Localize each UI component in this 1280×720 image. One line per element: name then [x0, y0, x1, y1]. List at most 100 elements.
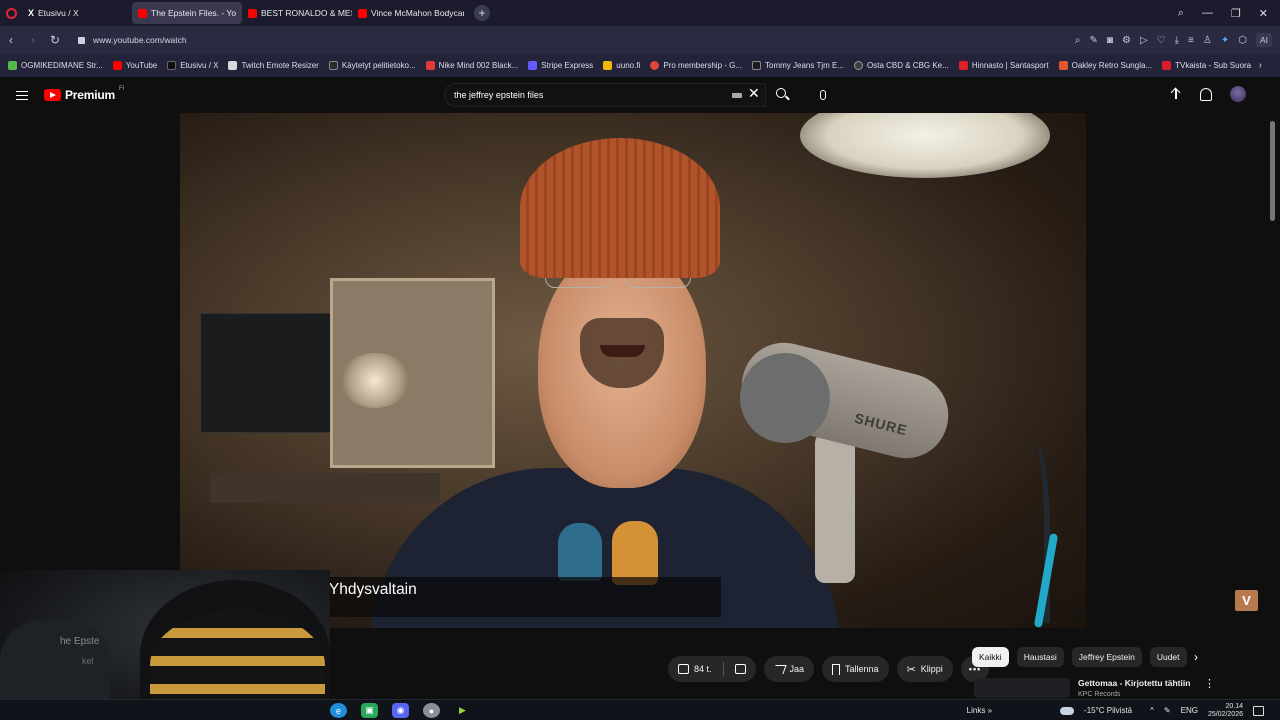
- avatar[interactable]: [1230, 86, 1246, 102]
- chip-new[interactable]: Uudet: [1149, 647, 1187, 667]
- tab-label: Etusivu / X: [38, 8, 79, 18]
- youtube-icon: [112, 61, 122, 70]
- related-video-title[interactable]: Gettomaa - Kirjotettu tähtiin: [1078, 678, 1190, 688]
- play-app-icon[interactable]: ▶: [454, 703, 471, 718]
- clip-button[interactable]: ✂ Klippi: [896, 656, 953, 682]
- bookmark-item[interactable]: Osta CBD & CBG Ke...: [854, 61, 949, 70]
- bookmark-icon: [8, 61, 17, 70]
- cloud-weather-icon[interactable]: [1060, 706, 1075, 715]
- back-icon[interactable]: ‹: [0, 33, 22, 47]
- menu-icon[interactable]: ≡: [1188, 35, 1194, 46]
- bookmark-item[interactable]: Oakley Retro Sungla...: [1058, 61, 1152, 70]
- search-input[interactable]: the jeffrey epstein files: [444, 83, 766, 107]
- bookmark-item[interactable]: Etusivu / X: [167, 61, 218, 70]
- webcam-overlay-text: kel: [82, 656, 94, 666]
- bookmark-item[interactable]: Tommy Jeans Tjm E...: [752, 61, 844, 70]
- forward-icon[interactable]: ›: [22, 33, 44, 47]
- bookmark-item[interactable]: Twitch Emote Resizer: [228, 61, 319, 70]
- tommy-icon: [752, 61, 762, 70]
- extension-icon[interactable]: ✦: [1221, 35, 1229, 46]
- youtube-play-icon: [44, 89, 61, 101]
- clear-search-icon[interactable]: ✕: [748, 85, 760, 102]
- bookmark-item[interactable]: Käytetyt pelitietoko...: [328, 61, 416, 70]
- play-icon[interactable]: ▷: [1140, 35, 1148, 46]
- new-tab-button[interactable]: +: [474, 5, 490, 21]
- language-indicator[interactable]: ENG: [1181, 706, 1198, 715]
- links-toolbar[interactable]: Links »: [967, 706, 992, 715]
- bookmark-item[interactable]: Stripe Express: [528, 61, 593, 70]
- voice-search-button[interactable]: [812, 85, 834, 105]
- leaf-icon: [854, 61, 863, 70]
- tab-search-icon[interactable]: ⌕: [1178, 7, 1184, 20]
- ai-button[interactable]: AI: [1255, 33, 1272, 47]
- scrollbar-thumb[interactable]: [1270, 121, 1275, 221]
- chip-jeffrey-epstein[interactable]: Jeffrey Epstein: [1071, 647, 1142, 667]
- tab-epstein-files[interactable]: The Epstein Files. - Yo: [132, 2, 242, 24]
- bookmark-item[interactable]: Hinnasto | Santasport: [958, 61, 1049, 70]
- header-actions: [1170, 86, 1246, 102]
- stripe-icon: [528, 61, 538, 70]
- close-window-icon[interactable]: ✕: [1259, 7, 1268, 20]
- related-video-menu-icon[interactable]: ⋮: [1204, 677, 1215, 690]
- profile-icon[interactable]: ♙: [1203, 35, 1212, 46]
- bookmark-item[interactable]: Pro membership - G...: [650, 61, 742, 70]
- search-query: the jeffrey epstein files: [454, 90, 544, 100]
- grey-app-icon[interactable]: ●: [423, 703, 440, 718]
- links-chevron-icon: »: [987, 706, 993, 715]
- share-button[interactable]: Jaa: [763, 656, 815, 682]
- bookmark-item[interactable]: YouTube: [112, 61, 157, 70]
- bookmark-label: Tommy Jeans Tjm E...: [765, 61, 844, 70]
- tray-expand-icon[interactable]: ^: [1150, 706, 1154, 715]
- bookmark-item[interactable]: Nike Mind 002 Black...: [425, 61, 518, 70]
- edit-icon[interactable]: ✎: [1090, 35, 1098, 46]
- download-icon[interactable]: ⤓: [1175, 35, 1179, 46]
- search-button[interactable]: [772, 85, 792, 105]
- notification-center-icon[interactable]: [1253, 705, 1264, 716]
- bookmark-item[interactable]: uuno.fi: [603, 61, 640, 70]
- reload-icon[interactable]: ↻: [44, 33, 66, 47]
- related-video-channel[interactable]: KPC Records: [1078, 691, 1120, 698]
- presenter-mouth: [600, 345, 645, 357]
- camera-icon[interactable]: ◙: [1107, 35, 1113, 46]
- heart-icon[interactable]: ♡: [1157, 35, 1166, 46]
- maximize-icon[interactable]: ❐: [1231, 7, 1241, 20]
- background-monitor: [200, 313, 345, 433]
- video-actions: 84 t. Jaa Tallenna ✂ Klippi •••: [668, 656, 990, 682]
- tab-ronaldo-messi[interactable]: BEST RONALDO & MESSI: [242, 2, 352, 24]
- cube-icon[interactable]: ⬡: [1238, 35, 1247, 46]
- browser-logo-icon[interactable]: [0, 0, 22, 26]
- x-icon: X: [28, 7, 35, 18]
- bookmark-item[interactable]: TVkaista - Sub Suora: [1162, 61, 1251, 70]
- like-button[interactable]: 84 t.: [668, 656, 756, 682]
- url-field[interactable]: www.youtube.com/watch: [78, 35, 187, 45]
- settings-icon[interactable]: ⚙: [1122, 35, 1131, 46]
- pen-icon[interactable]: ✎: [1164, 706, 1171, 715]
- tab-vince-mcmahon[interactable]: Vince McMahon Bodycam: [352, 2, 464, 24]
- upload-icon[interactable]: [1170, 88, 1182, 101]
- keyboard-icon[interactable]: [732, 93, 742, 98]
- green-app-icon[interactable]: ▣: [361, 703, 378, 718]
- clock[interactable]: 20.14 25/02/2026: [1208, 703, 1243, 719]
- oakley-icon: [1058, 61, 1068, 70]
- youtube-premium-logo[interactable]: Premium FI: [44, 86, 124, 102]
- bookmark-item[interactable]: OGMIKEDIMANE Str...: [8, 61, 103, 70]
- related-video-thumbnail[interactable]: [974, 678, 1070, 698]
- bookmark-label: Stripe Express: [541, 61, 594, 70]
- video-player[interactable]: SHURE se, että Yhdysvaltain hallitus: [180, 113, 1086, 628]
- save-button[interactable]: Tallenna: [822, 656, 889, 682]
- chip-search[interactable]: Haustasi: [1016, 647, 1064, 667]
- thumbs-down-icon[interactable]: [734, 664, 746, 674]
- chip-all[interactable]: Kaikki: [972, 647, 1009, 667]
- bookmark-label: Hinnasto | Santasport: [971, 61, 1049, 70]
- discord-icon[interactable]: ◉: [392, 703, 409, 718]
- search-icon[interactable]: ⌕: [1075, 35, 1081, 46]
- minimize-icon[interactable]: —: [1202, 7, 1213, 19]
- tab-x[interactable]: X Etusivu / X: [22, 2, 132, 24]
- notifications-bell-icon[interactable]: [1200, 87, 1212, 101]
- weather-text[interactable]: -15°C Pilvistä: [1084, 706, 1132, 715]
- page-scrollbar[interactable]: [1269, 113, 1276, 688]
- hamburger-menu-icon[interactable]: [16, 91, 28, 100]
- bookmarks-more-icon[interactable]: ›: [1259, 60, 1262, 71]
- chips-next-icon[interactable]: ›: [1194, 650, 1198, 664]
- edge-icon[interactable]: e: [330, 703, 347, 718]
